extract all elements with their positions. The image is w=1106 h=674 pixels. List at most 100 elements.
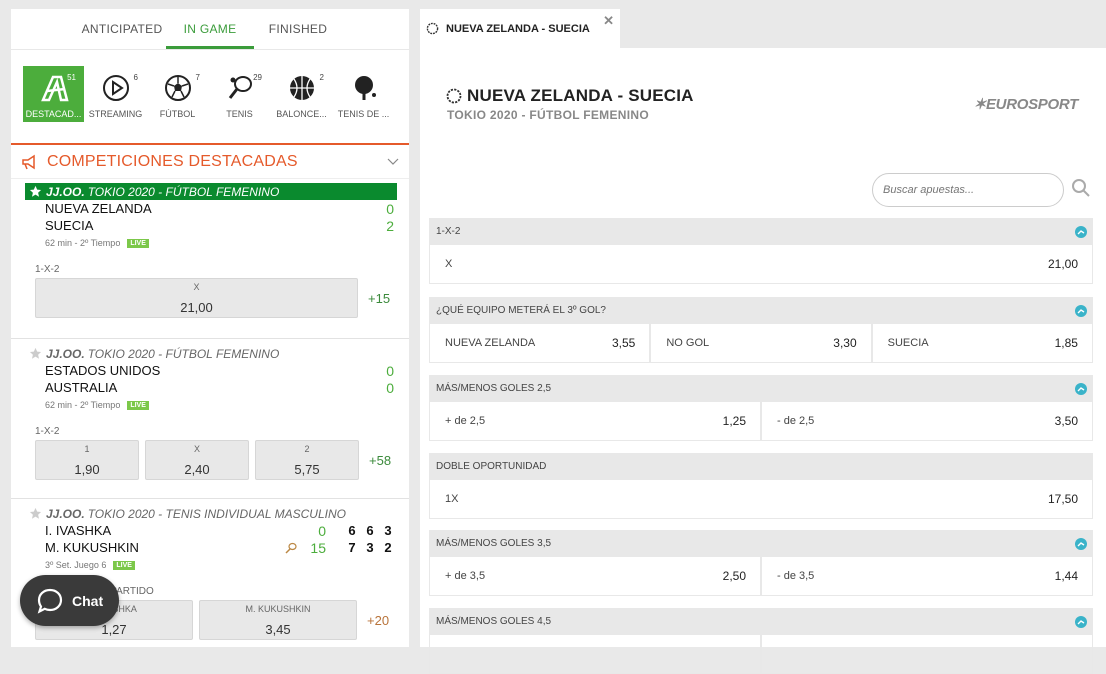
bet-cell[interactable]: SUECIA 1,85: [873, 324, 1092, 362]
bet-cell[interactable]: - de 2,5 3,50: [762, 402, 1092, 440]
status-tabs: ANTICIPATED IN GAME FINISHED: [11, 9, 409, 50]
basketball-icon: [289, 76, 314, 100]
market-block: 1-X-2 X 21,00: [429, 218, 1093, 284]
sport-baloncesto[interactable]: 2 BALONCE...: [271, 66, 332, 122]
star-icon[interactable]: [29, 507, 42, 520]
odds-row: X 21,00 +15: [25, 278, 397, 326]
market-block: ¿QUÉ EQUIPO METERÁ EL 3º GOL? NUEVA ZELA…: [429, 297, 1093, 363]
odd-label: M. KUKUSHKIN: [245, 604, 311, 614]
team-row: ESTADOS UNIDOS 0: [25, 362, 397, 379]
team-name: I. IVASHKA: [45, 523, 112, 538]
bet-label: 1X: [445, 493, 459, 505]
odd-label: X: [193, 444, 200, 454]
live-badge: LIVE: [127, 400, 149, 410]
event-tab[interactable]: NUEVA ZELANDA - SUECIA ✕: [420, 9, 620, 48]
odd-label: X: [193, 282, 200, 292]
competition-label: TOKIO 2020 - TENIS INDIVIDUAL MASCULINO: [87, 506, 346, 521]
more-markets-link[interactable]: +58: [369, 453, 391, 468]
event-card[interactable]: JJ.OO. TOKIO 2020 - FÚTBOL FEMENINO NUEV…: [11, 183, 409, 339]
league-label: JJ.OO.: [46, 346, 85, 361]
market-row: 1X 17,50: [429, 480, 1093, 519]
search-bets-input[interactable]: [872, 173, 1064, 207]
odd-button[interactable]: X 2,40: [145, 440, 249, 480]
stats-icon[interactable]: [1075, 225, 1087, 238]
close-icon[interactable]: ✕: [603, 13, 614, 29]
bet-odd: 3,55: [611, 336, 636, 350]
sport-futbol[interactable]: 7 FÚTBOL: [147, 66, 208, 122]
market-header[interactable]: MÁS/MENOS GOLES 4,5: [429, 608, 1093, 635]
sport-tenis[interactable]: 29 TENIS: [209, 66, 270, 122]
team-name: NUEVA ZELANDA: [45, 201, 152, 216]
sport-streaming[interactable]: 6 STREAMING: [85, 66, 146, 122]
market-row: NUEVA ZELANDA 3,55 NO GOL 3,30 SUECIA 1,85: [429, 324, 1093, 363]
more-markets-link[interactable]: +15: [368, 291, 390, 306]
chat-button[interactable]: Chat: [20, 575, 119, 626]
odd-value: 2,40: [184, 462, 210, 477]
odd-button[interactable]: M. KUKUSHKIN 3,45: [199, 600, 357, 640]
megaphone-icon: [22, 154, 35, 169]
odd-button[interactable]: X 21,00: [35, 278, 358, 318]
serve-icon: [285, 542, 297, 554]
bet-cell[interactable]: + de 2,5 1,25: [430, 402, 762, 440]
tennis-score: 0663: [307, 523, 397, 539]
bet-odd: 3,30: [833, 336, 857, 350]
market-title: DOBLE OPORTUNIDAD: [436, 461, 547, 472]
stats-icon[interactable]: [1075, 537, 1087, 550]
market-header[interactable]: DOBLE OPORTUNIDAD: [429, 453, 1093, 480]
featured-icon: [40, 75, 69, 102]
tab-finished[interactable]: FINISHED: [254, 9, 342, 49]
league-label: JJ.OO.: [46, 184, 85, 199]
bet-cell[interactable]: 1X 17,50: [430, 480, 1092, 518]
market-title: MÁS/MENOS GOLES 2,5: [436, 383, 552, 394]
bet-cell[interactable]: [430, 635, 762, 673]
chevron-down-icon[interactable]: [387, 158, 399, 166]
stats-icon[interactable]: [1075, 304, 1087, 317]
team-name: AUSTRALIA: [45, 380, 118, 395]
bet-odd: 2,50: [722, 569, 746, 583]
search-icon[interactable]: [1071, 178, 1091, 198]
sport-count: 6: [133, 73, 138, 82]
bet-cell[interactable]: NUEVA ZELANDA 3,55: [430, 324, 652, 362]
table-tennis-icon: [354, 76, 376, 100]
bet-cell[interactable]: NO GOL 3,30: [651, 324, 873, 362]
set-score: 2: [384, 540, 392, 555]
tab-in-game[interactable]: IN GAME: [166, 9, 254, 49]
star-icon[interactable]: [29, 185, 42, 198]
brand-label: EUROSPORT: [985, 96, 1078, 113]
live-badge: LIVE: [113, 560, 135, 570]
bet-cell[interactable]: [762, 635, 1092, 673]
market-label: 1-X-2: [35, 426, 60, 437]
sport-featured[interactable]: 51 DESTACAD...: [23, 66, 84, 122]
odd-value: 3,45: [265, 622, 291, 637]
odd-button[interactable]: 1 1,90: [35, 440, 139, 480]
market-header[interactable]: ¿QUÉ EQUIPO METERÁ EL 3º GOL?: [429, 297, 1093, 324]
event-card[interactable]: JJ.OO. TOKIO 2020 - FÚTBOL FEMENINO ESTA…: [11, 339, 409, 499]
sport-count: 7: [195, 73, 200, 82]
tab-anticipated[interactable]: ANTICIPATED: [78, 9, 166, 49]
stats-icon[interactable]: [1075, 615, 1087, 628]
featured-header[interactable]: COMPETICIONES DESTACADAS: [11, 145, 409, 179]
sport-tenis-de-mesa[interactable]: TENIS DE ...: [333, 66, 394, 122]
sport-label: TENIS: [226, 109, 253, 119]
bet-cell[interactable]: - de 3,5 1,44: [762, 557, 1092, 595]
sport-label: STREAMING: [88, 109, 143, 119]
featured-title: COMPETICIONES DESTACADAS: [47, 152, 298, 170]
bet-cell[interactable]: + de 3,5 2,50: [430, 557, 762, 595]
odd-label: 2: [304, 444, 310, 454]
market-header[interactable]: 1-X-2: [429, 218, 1093, 245]
more-markets-link[interactable]: +20: [367, 613, 389, 628]
star-icon[interactable]: [29, 347, 42, 360]
market-row: + de 3,5 2,50 - de 3,5 1,44: [429, 557, 1093, 596]
bet-cell[interactable]: X 21,00: [430, 245, 1092, 283]
event-detail-body: NUEVA ZELANDA - SUECIA TOKIO 2020 - FÚTB…: [420, 48, 1106, 674]
sport-label: BALONCE...: [276, 109, 327, 119]
market-title: MÁS/MENOS GOLES 3,5: [436, 538, 552, 549]
market-header[interactable]: MÁS/MENOS GOLES 3,5: [429, 530, 1093, 557]
market-block: MÁS/MENOS GOLES 3,5 + de 3,5 2,50 - de 3,…: [429, 530, 1093, 596]
odd-button[interactable]: 2 5,75: [255, 440, 359, 480]
eurosport-logo: ✶EUROSPORT: [973, 96, 1079, 113]
stats-icon[interactable]: [1075, 382, 1087, 395]
market-title: ¿QUÉ EQUIPO METERÁ EL 3º GOL?: [436, 305, 606, 316]
market-header[interactable]: MÁS/MENOS GOLES 2,5: [429, 375, 1093, 402]
sport-count: 2: [319, 73, 324, 82]
